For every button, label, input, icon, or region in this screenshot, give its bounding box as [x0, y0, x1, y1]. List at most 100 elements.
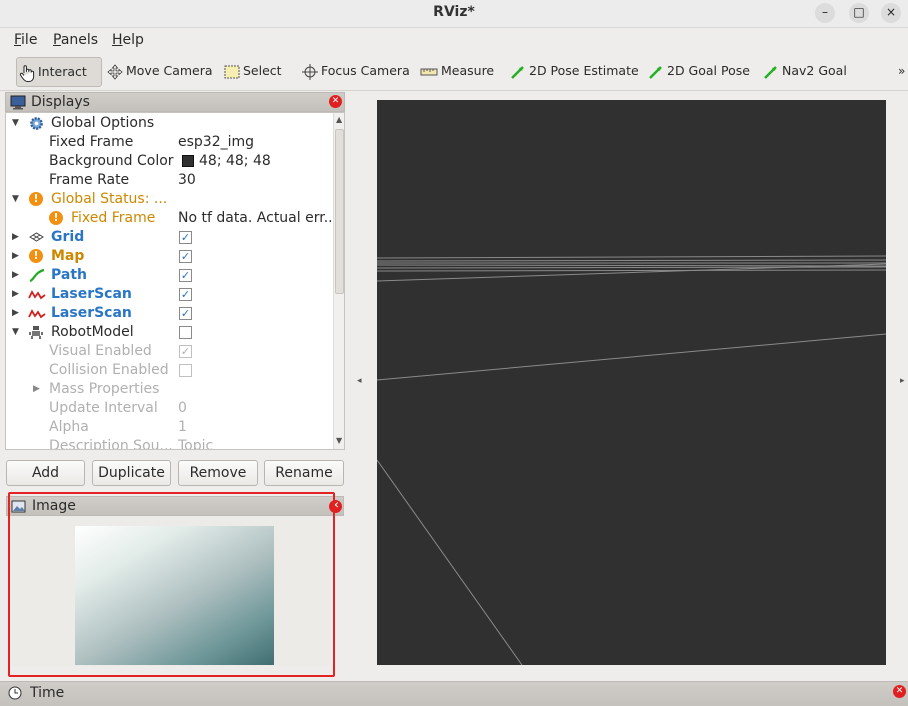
grid-checkbox[interactable]: ✓ — [179, 231, 192, 244]
status-message: No tf data. Actual err... — [178, 210, 334, 226]
expand-arrow-icon[interactable]: ▶ — [12, 247, 19, 266]
background-color-value[interactable]: 48; 48; 48 — [199, 152, 329, 171]
time-close-icon[interactable]: ✕ — [893, 685, 906, 698]
splitter-left-arrow-icon[interactable]: ◂ — [357, 376, 362, 386]
fixed-frame-value[interactable]: esp32_img — [178, 133, 334, 152]
tool-nav2-goal-label: Nav2 Goal — [782, 63, 847, 78]
hand-pointer-icon — [19, 64, 35, 82]
maximize-button[interactable]: □ — [849, 3, 869, 23]
add-button[interactable]: Add — [6, 460, 85, 486]
description-source-value[interactable]: Topic — [178, 437, 334, 449]
expand-arrow-icon[interactable]: ▶ — [33, 380, 40, 399]
tree-row-laserscan-1[interactable]: ▶ LaserScan ✓ — [6, 285, 332, 304]
scroll-down-icon[interactable]: ▼ — [336, 436, 342, 445]
tree-scrollbar[interactable]: ▲ ▼ — [333, 113, 344, 449]
expand-arrow-icon[interactable]: ▶ — [12, 266, 19, 285]
displays-close-icon[interactable]: ✕ — [329, 95, 342, 108]
collapse-arrow-icon[interactable]: ▼ — [12, 323, 19, 342]
warning-icon: ! — [29, 192, 43, 206]
tree-row-collision-enabled[interactable]: Collision Enabled — [6, 361, 332, 380]
tree-label: LaserScan — [51, 286, 132, 302]
tree-row-alpha[interactable]: Alpha 1 — [6, 418, 332, 437]
tool-select[interactable]: Select — [222, 57, 282, 87]
tree-label: LaserScan — [51, 305, 132, 321]
visual-enabled-checkbox[interactable]: ✓ — [179, 345, 192, 358]
green-arrow-icon — [764, 65, 777, 79]
focus-crosshair-icon — [302, 63, 318, 80]
tool-nav2-goal[interactable]: Nav2 Goal — [761, 57, 847, 87]
toolbar-overflow-button[interactable]: » — [896, 57, 905, 87]
tool-interact-label: Interact — [38, 64, 87, 79]
tree-label: Description Sou... — [49, 438, 173, 450]
tree-label: Update Interval — [49, 400, 158, 416]
tree-row-laserscan-2[interactable]: ▶ LaserScan ✓ — [6, 304, 332, 323]
green-arrow-icon — [649, 65, 662, 79]
tree-label: Fixed Frame — [71, 210, 156, 226]
menu-help[interactable]: Help — [112, 32, 144, 48]
tool-move-camera[interactable]: Move Camera — [105, 57, 213, 87]
tree-label: Frame Rate — [49, 172, 130, 188]
tree-row-visual-enabled[interactable]: Visual Enabled ✓ — [6, 342, 332, 361]
tree-row-update-interval[interactable]: Update Interval 0 — [6, 399, 332, 418]
remove-button[interactable]: Remove — [178, 460, 258, 486]
tool-2d-goal-pose-label: 2D Goal Pose — [667, 63, 750, 78]
expand-arrow-icon[interactable]: ▶ — [12, 304, 19, 323]
map-checkbox[interactable]: ✓ — [179, 250, 192, 263]
tree-row-global-status[interactable]: ▼ ! Global Status: ... — [6, 190, 332, 209]
tree-row-path[interactable]: ▶ Path ✓ — [6, 266, 332, 285]
frame-rate-value[interactable]: 30 — [178, 171, 334, 190]
path-checkbox[interactable]: ✓ — [179, 269, 192, 282]
highlight-box — [8, 492, 335, 677]
time-panel-header: Time ✕ — [0, 681, 908, 706]
tool-2d-pose-estimate[interactable]: 2D Pose Estimate — [508, 57, 639, 87]
laserscan-1-checkbox[interactable]: ✓ — [179, 288, 192, 301]
minimize-button[interactable]: – — [815, 3, 835, 23]
monitor-icon — [10, 95, 26, 110]
scrollbar-thumb[interactable] — [335, 129, 344, 294]
tree-row-frame-rate[interactable]: Frame Rate 30 — [6, 171, 332, 190]
alpha-value[interactable]: 1 — [178, 418, 334, 437]
expand-arrow-icon[interactable]: ▶ — [12, 285, 19, 304]
collapse-arrow-icon[interactable]: ▼ — [12, 114, 19, 133]
duplicate-button[interactable]: Duplicate — [92, 460, 171, 486]
tree-row-description-source[interactable]: Description Sou... Topic — [6, 437, 334, 450]
tool-2d-goal-pose[interactable]: 2D Goal Pose — [646, 57, 750, 87]
move-arrows-icon — [107, 63, 123, 80]
menu-bar: File Panels Help — [0, 29, 908, 53]
tree-label: Background Color — [49, 153, 174, 169]
tree-label: Collision Enabled — [49, 362, 169, 378]
displays-tree[interactable]: ▼ Global Options Fixed Frame esp32_img B… — [5, 112, 345, 450]
collapse-arrow-icon[interactable]: ▼ — [12, 190, 19, 209]
render-viewport[interactable] — [377, 100, 886, 665]
tool-measure[interactable]: Measure — [418, 57, 494, 87]
close-window-button[interactable]: × — [881, 3, 901, 23]
tree-row-global-options[interactable]: ▼ Global Options — [6, 114, 332, 133]
robotmodel-checkbox[interactable] — [179, 326, 192, 339]
tree-label: Global Status: ... — [51, 191, 168, 207]
splitter-right-arrow-icon[interactable]: ▸ — [900, 376, 905, 386]
scroll-up-icon[interactable]: ▲ — [336, 115, 342, 124]
tree-row-mass-properties[interactable]: ▶ Mass Properties — [6, 380, 332, 399]
expand-arrow-icon[interactable]: ▶ — [12, 228, 19, 247]
tool-interact[interactable]: Interact — [16, 57, 102, 87]
displays-panel-title: Displays — [31, 94, 90, 110]
tool-focus-camera[interactable]: Focus Camera — [300, 57, 410, 87]
tree-row-status-fixed-frame[interactable]: ! Fixed Frame No tf data. Actual err... — [6, 209, 334, 228]
tree-row-map[interactable]: ▶ ! Map ✓ — [6, 247, 332, 266]
collision-enabled-checkbox[interactable] — [179, 364, 192, 377]
tree-label: RobotModel — [51, 324, 134, 340]
tree-row-grid[interactable]: ▶ Grid ✓ — [6, 228, 332, 247]
color-swatch[interactable] — [182, 155, 194, 167]
tree-label: Mass Properties — [49, 381, 160, 397]
update-interval-value[interactable]: 0 — [178, 399, 334, 418]
rename-button[interactable]: Rename — [264, 460, 344, 486]
tool-measure-label: Measure — [441, 63, 495, 78]
tree-row-robotmodel[interactable]: ▼ RobotModel — [6, 323, 332, 342]
menu-panels[interactable]: Panels — [53, 32, 98, 48]
warning-icon: ! — [29, 249, 43, 263]
tree-row-fixed-frame[interactable]: Fixed Frame esp32_img — [6, 133, 332, 152]
title-bar: RViz* – □ × — [0, 0, 908, 28]
menu-file[interactable]: File — [14, 32, 37, 48]
laserscan-2-checkbox[interactable]: ✓ — [179, 307, 192, 320]
tree-row-background-color[interactable]: Background Color 48; 48; 48 — [6, 152, 332, 171]
